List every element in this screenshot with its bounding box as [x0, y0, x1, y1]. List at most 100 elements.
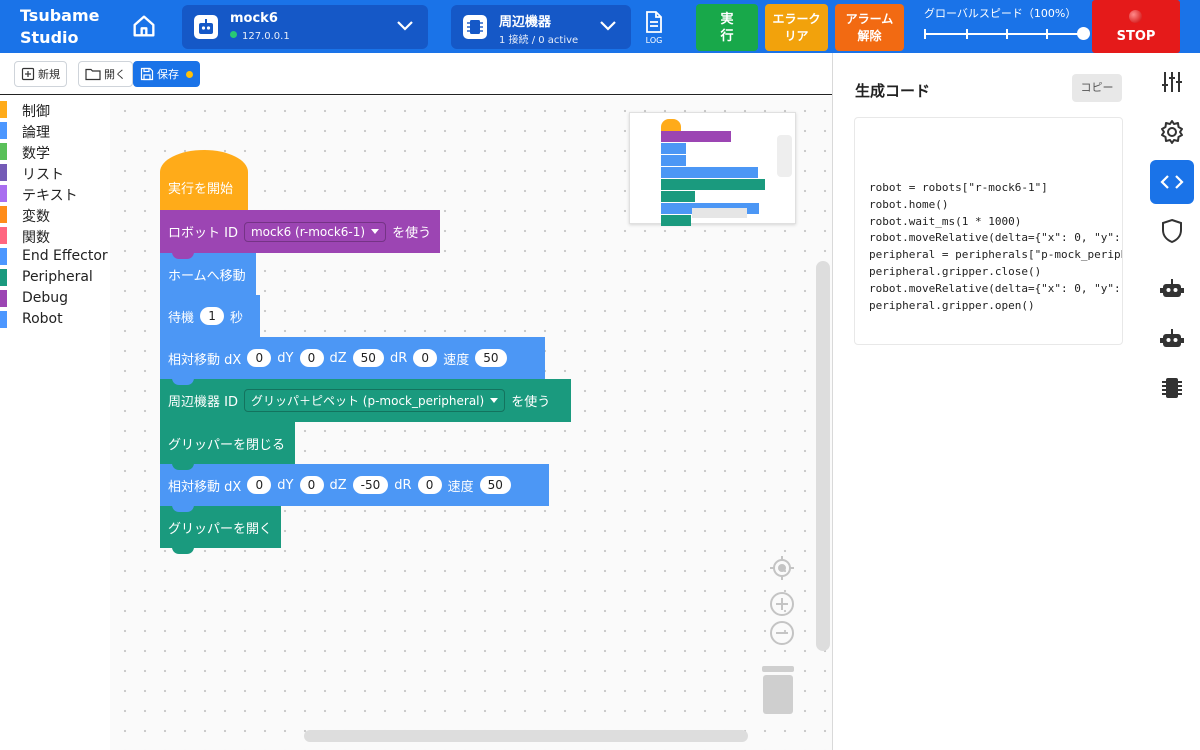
peripheral-status: 1 接続 / 0 active [499, 35, 579, 46]
category-item[interactable]: End Effector [0, 246, 110, 266]
run-button[interactable]: 実行 [696, 4, 758, 51]
block-use-robot[interactable]: ロボット ID mock6 (r-mock6-1) を使う [160, 210, 440, 259]
category-label: End Effector [22, 248, 108, 264]
wait-seconds-input[interactable]: 1 [200, 307, 225, 325]
workspace-minimap[interactable] [629, 112, 796, 226]
code-panel-button[interactable] [1150, 160, 1194, 204]
robot-icon [1160, 329, 1184, 347]
safety-panel-button[interactable] [1150, 209, 1194, 253]
block-home-label: ホームへ移動 [168, 268, 246, 284]
robot-address-row: 127.0.0.1 [230, 31, 290, 42]
stop-indicator-icon [1129, 10, 1142, 23]
category-label: テキスト [22, 188, 78, 204]
block-move-relative-2[interactable]: 相対移動 dX 0 dY 0 dZ -50 dR 0 速度 50 [160, 464, 549, 512]
category-color-bar [0, 101, 7, 118]
robot-id-dropdown[interactable]: mock6 (r-mock6-1) [243, 221, 387, 242]
trash-icon[interactable] [760, 666, 796, 716]
config-panel-button[interactable] [1150, 110, 1194, 154]
stop-label: STOP [1116, 29, 1156, 44]
settings-panel-button[interactable] [1150, 60, 1194, 104]
save-button[interactable]: 保存 [133, 61, 200, 87]
error-clear-label: エラークリア [772, 11, 821, 43]
speed-label: 速度 [447, 479, 474, 495]
code-icon [1160, 175, 1184, 189]
category-item[interactable]: テキスト [0, 183, 110, 204]
peripheral-panel-button[interactable] [1150, 366, 1194, 410]
dx-input[interactable]: 0 [247, 476, 272, 494]
peripheral-id-label: 周辺機器 ID [168, 395, 238, 410]
category-item[interactable]: 関数 [0, 225, 110, 246]
move-label: 相対移動 dX [168, 479, 242, 495]
peripheral-selector[interactable]: 周辺機器 1 接続 / 0 active [451, 5, 631, 49]
category-item[interactable]: 変数 [0, 204, 110, 225]
category-item[interactable]: リスト [0, 162, 110, 183]
peripheral-id-value: グリッパ＋ピペット (p-mock_peripheral) [250, 394, 485, 408]
block-start[interactable]: 実行を開始 [160, 150, 248, 210]
wait-unit: 秒 [230, 310, 244, 326]
zoom-in-icon[interactable] [768, 590, 796, 618]
run-label: 実行 [720, 11, 734, 44]
recenter-icon[interactable] [768, 554, 796, 582]
speed-input[interactable]: 50 [479, 476, 511, 494]
dr-input[interactable]: 0 [413, 349, 438, 367]
block-use-peripheral[interactable]: 周辺機器 ID グリッパ＋ピペット (p-mock_peripheral) を使… [160, 379, 571, 428]
block-move-relative-1[interactable]: 相対移動 dX 0 dY 0 dZ 50 dR 0 速度 50 [160, 337, 545, 385]
category-item[interactable]: Robot [0, 309, 110, 329]
category-color-bar [0, 311, 7, 328]
speed-input[interactable]: 50 [475, 349, 507, 367]
open-button[interactable]: 開く [78, 61, 133, 87]
new-button[interactable]: 新規 [14, 61, 67, 87]
generated-code-box[interactable]: robot = robots["r-mock6-1"] robot.home() r… [854, 117, 1123, 345]
category-item[interactable]: Debug [0, 288, 110, 308]
workspace-vertical-scrollbar[interactable] [816, 261, 830, 651]
dz-input[interactable]: -50 [352, 476, 389, 494]
unsaved-dot [186, 70, 193, 78]
open-label: 開く [104, 68, 126, 81]
category-item[interactable]: 制御 [0, 99, 110, 120]
peripheral-id-dropdown[interactable]: グリッパ＋ピペット (p-mock_peripheral) [243, 389, 506, 412]
category-item[interactable]: 数学 [0, 141, 110, 162]
category-label: Debug [22, 290, 69, 306]
robot-panel-button[interactable] [1150, 267, 1194, 311]
code-line: robot.wait_ms(1 * 1000) [869, 214, 1022, 228]
log-button[interactable]: LOG [637, 6, 671, 48]
zoom-out-icon[interactable] [768, 619, 796, 647]
workspace-horizontal-scrollbar[interactable] [304, 730, 748, 742]
category-label: 論理 [22, 125, 50, 141]
code-panel-title: 生成コード [855, 82, 931, 100]
wait-label: 待機 [168, 310, 195, 326]
speed-label: 速度 [443, 352, 470, 368]
minimap-block [661, 179, 765, 190]
block-workspace[interactable]: 実行を開始 ロボット ID mock6 (r-mock6-1) を使う ホームへ… [110, 96, 832, 750]
chip-icon [463, 15, 487, 39]
error-clear-button[interactable]: エラークリア [765, 4, 828, 51]
robot-name: mock6 [230, 11, 278, 26]
block-home[interactable]: ホームへ移動 [160, 253, 256, 301]
robot-selector[interactable]: mock6 127.0.0.1 [182, 5, 428, 49]
stop-button[interactable]: STOP [1092, 0, 1180, 53]
slider-tick [1046, 29, 1048, 39]
copy-code-button[interactable]: コピー [1072, 74, 1122, 102]
global-speed-slider[interactable] [924, 27, 1090, 41]
alarm-clear-button[interactable]: アラーム解除 [835, 4, 904, 51]
robot-address: 127.0.0.1 [242, 31, 290, 42]
dropdown-arrow-icon [371, 229, 380, 234]
category-item[interactable]: Peripheral [0, 267, 110, 287]
robot-icon [194, 15, 218, 39]
block-wait[interactable]: 待機 1 秒 [160, 295, 260, 343]
home-button[interactable] [130, 12, 158, 40]
dy-input[interactable]: 0 [299, 476, 324, 494]
category-item[interactable]: 論理 [0, 120, 110, 141]
block-gripper-close[interactable]: グリッパーを閉じる [160, 422, 295, 470]
block-gripper-open[interactable]: グリッパーを開く [160, 506, 281, 554]
dx-input[interactable]: 0 [247, 349, 272, 367]
category-label: Robot [22, 311, 63, 327]
dz-input[interactable]: 50 [352, 349, 384, 367]
dy-input[interactable]: 0 [299, 349, 324, 367]
robot-panel-button-2[interactable] [1150, 317, 1194, 361]
gripper-open-label: グリッパーを開く [168, 521, 273, 537]
code-line: peripheral.gripper.close() [869, 265, 1042, 278]
dr-input[interactable]: 0 [417, 476, 442, 494]
minimap-block [661, 143, 686, 154]
slider-thumb[interactable] [1077, 27, 1090, 40]
